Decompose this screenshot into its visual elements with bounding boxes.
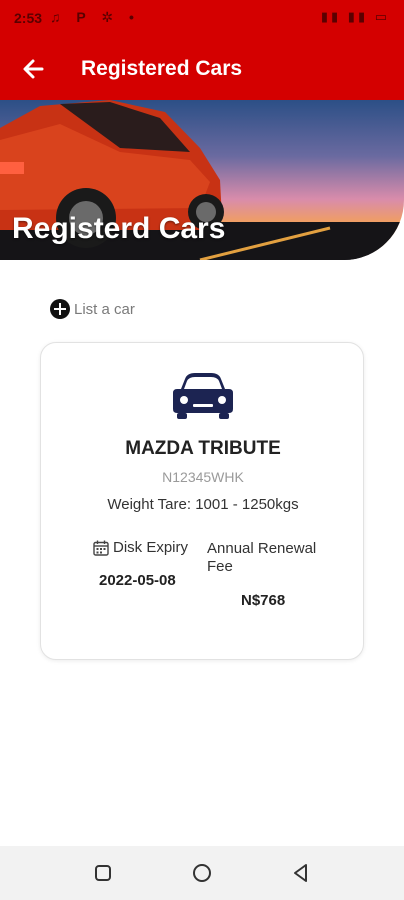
list-car-label: List a car bbox=[74, 300, 135, 318]
status-bar: 2:53 ♫ P ✲ • ▮▮ ▮▮ ▭ bbox=[0, 0, 404, 38]
back-arrow-icon[interactable] bbox=[18, 54, 48, 84]
system-nav-bar bbox=[0, 846, 404, 900]
car-plate: N12345WHK bbox=[162, 469, 244, 485]
car-icon bbox=[173, 373, 233, 419]
car-card[interactable]: MAZDA TRIBUTE N12345WHK Weight Tare: 100… bbox=[40, 342, 364, 660]
nav-back-icon[interactable] bbox=[290, 862, 312, 884]
status-time: 2:53 bbox=[14, 10, 43, 26]
car-weight: Weight Tare: 1001 - 1250kgs bbox=[107, 496, 299, 513]
status-notification-icons: ♫ P ✲ • bbox=[50, 9, 140, 25]
renewal-fee-label: Annual Renewal Fee bbox=[207, 540, 317, 575]
app-bar-title: Registered Cars bbox=[81, 57, 243, 80]
plus-circle-icon bbox=[50, 299, 70, 319]
nav-home-icon[interactable] bbox=[191, 862, 213, 884]
disk-expiry-label: Disk Expiry bbox=[93, 539, 188, 556]
renewal-fee-value: N$768 bbox=[241, 592, 286, 609]
calendar-icon bbox=[93, 540, 109, 556]
disk-expiry-value: 2022-05-08 bbox=[99, 572, 176, 589]
nav-recents-icon[interactable] bbox=[92, 862, 114, 884]
list-car-button[interactable]: List a car bbox=[50, 298, 135, 320]
hero-banner: Registerd Cars bbox=[0, 100, 404, 260]
status-system-icons: ▮▮ ▮▮ ▭ bbox=[320, 9, 390, 24]
car-name: MAZDA TRIBUTE bbox=[125, 438, 281, 459]
hero-title: Registerd Cars bbox=[12, 212, 226, 245]
app-bar: Registered Cars bbox=[0, 38, 404, 100]
disk-expiry-label-text: Disk Expiry bbox=[113, 539, 189, 556]
